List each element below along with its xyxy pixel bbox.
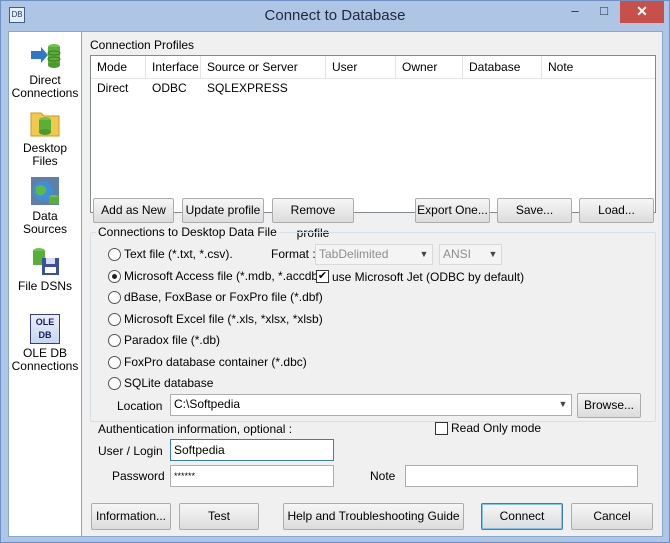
- note-label: Note: [370, 469, 396, 483]
- auth-info-label: Authentication information, optional :: [98, 422, 293, 436]
- column-header[interactable]: Interface: [146, 56, 201, 79]
- chevron-down-icon: ▼: [488, 249, 498, 259]
- profiles-table-header: Mode Interface Source or Server User Own…: [91, 56, 655, 79]
- location-input[interactable]: C:\Softpedia ▼: [170, 394, 572, 416]
- table-cell: [326, 79, 396, 100]
- sidebar-label: Files: [32, 154, 58, 168]
- format-select[interactable]: TabDelimited ▼: [315, 244, 433, 265]
- connect-button[interactable]: Connect: [481, 503, 563, 530]
- profiles-table[interactable]: Mode Interface Source or Server User Own…: [90, 55, 656, 213]
- note-input[interactable]: [405, 465, 638, 487]
- user-login-input[interactable]: Softpedia: [170, 439, 334, 461]
- information-button[interactable]: Information...: [91, 503, 171, 530]
- format-label: Format :: [271, 247, 316, 261]
- file-type-radio[interactable]: [108, 377, 121, 390]
- location-value: C:\Softpedia: [174, 397, 241, 411]
- sidebar-item-data-sources[interactable]: Data Sources: [9, 175, 81, 236]
- title-bar[interactable]: DB Connect to Database – □ ✕: [1, 1, 669, 31]
- password-label: Password: [112, 469, 165, 483]
- file-type-radio[interactable]: [108, 248, 121, 261]
- file-type-option-label[interactable]: FoxPro database container (*.dbc): [124, 355, 307, 369]
- connect-dialog-window: DB Connect to Database – □ ✕ Direct Conn…: [0, 0, 670, 543]
- file-type-radio[interactable]: [108, 291, 121, 304]
- maximize-button[interactable]: □: [590, 1, 618, 23]
- table-cell: Direct: [97, 81, 129, 95]
- disk-database-icon: [33, 248, 59, 275]
- file-type-radio[interactable]: [108, 313, 121, 326]
- table-cell: [463, 79, 542, 100]
- column-header[interactable]: Owner: [396, 56, 463, 79]
- use-jet-label[interactable]: use Microsoft Jet (ODBC by default): [332, 270, 524, 284]
- file-type-option-label[interactable]: SQLite database: [124, 376, 213, 390]
- file-type-option-label[interactable]: dBase, FoxBase or FoxPro file (*.dbf): [124, 290, 323, 304]
- read-only-label[interactable]: Read Only mode: [451, 421, 541, 435]
- file-type-option-label[interactable]: Paradox file (*.db): [124, 333, 220, 347]
- load-button[interactable]: Load...: [579, 198, 654, 223]
- sidebar-item-ole-db[interactable]: OLE DB OLE DB Connections: [9, 314, 81, 373]
- export-one-button[interactable]: Export One...: [415, 198, 490, 223]
- direct-connection-icon: [31, 44, 61, 68]
- cancel-button[interactable]: Cancel: [571, 503, 653, 530]
- globe-database-icon: [31, 177, 59, 205]
- ole-db-icon-text: OLE DB: [35, 317, 55, 340]
- add-as-new-button[interactable]: Add as New: [93, 198, 174, 223]
- read-only-checkbox[interactable]: [435, 422, 448, 435]
- ole-db-icon: OLE DB: [30, 314, 60, 344]
- checkmark-icon: ✔: [317, 270, 328, 282]
- profiles-group-label: Connection Profiles: [90, 38, 195, 52]
- sidebar-label: Connections: [11, 86, 79, 100]
- charset-select-value: ANSI: [443, 247, 472, 261]
- table-cell: [396, 79, 463, 100]
- table-row[interactable]: Direct ODBC SQLEXPRESS: [91, 79, 655, 100]
- desktop-file-group-label: Connections to Desktop Data File: [96, 225, 279, 239]
- table-cell: [542, 79, 655, 100]
- minimize-button[interactable]: –: [561, 1, 589, 23]
- remove-profile-button[interactable]: Remove profile: [272, 198, 354, 240]
- update-profile-button[interactable]: Update profile: [182, 198, 264, 223]
- file-type-option-label[interactable]: Text file (*.txt, *.csv).: [124, 247, 233, 261]
- connection-type-sidebar: Direct Connections Desktop Files Data So…: [9, 32, 82, 536]
- sidebar-item-file-dsns[interactable]: File DSNs: [9, 245, 81, 293]
- browse-button[interactable]: Browse...: [577, 393, 641, 418]
- table-cell: ODBC: [152, 81, 187, 95]
- sidebar-label: Sources: [22, 222, 68, 236]
- column-header[interactable]: User: [326, 56, 396, 79]
- column-header[interactable]: Database: [463, 56, 542, 79]
- close-button[interactable]: ✕: [620, 1, 664, 23]
- folder-database-icon: [30, 112, 60, 137]
- sidebar-item-direct-connections[interactable]: Direct Connections: [9, 39, 81, 100]
- dialog-client-area: Direct Connections Desktop Files Data So…: [8, 31, 663, 537]
- chevron-down-icon: ▼: [419, 249, 429, 259]
- help-troubleshooting-button[interactable]: Help and Troubleshooting Guide: [283, 503, 464, 530]
- save-button[interactable]: Save...: [497, 198, 572, 223]
- file-type-option-label[interactable]: Microsoft Excel file (*.xls, *xlsx, *xls…: [124, 312, 323, 326]
- location-label: Location: [117, 399, 163, 413]
- file-type-option-label[interactable]: Microsoft Access file (*.mdb, *.accdb): [124, 269, 322, 283]
- use-jet-checkbox[interactable]: ✔: [316, 270, 329, 283]
- table-cell: SQLEXPRESS: [207, 81, 288, 95]
- sidebar-label: Connections: [11, 359, 79, 373]
- column-header[interactable]: Note: [542, 56, 655, 79]
- column-header[interactable]: Mode: [91, 56, 146, 79]
- test-button[interactable]: Test: [179, 503, 259, 530]
- file-type-radio[interactable]: [108, 270, 121, 283]
- password-input[interactable]: ******: [170, 465, 334, 487]
- file-type-radio[interactable]: [108, 356, 121, 369]
- column-header[interactable]: Source or Server: [201, 56, 326, 79]
- chevron-down-icon[interactable]: ▼: [555, 395, 571, 414]
- sidebar-label: File DSNs: [17, 279, 72, 293]
- sidebar-item-desktop-files[interactable]: Desktop Files: [9, 107, 81, 168]
- charset-select[interactable]: ANSI ▼: [439, 244, 502, 265]
- file-type-radio[interactable]: [108, 334, 121, 347]
- format-select-value: TabDelimited: [319, 247, 389, 261]
- user-login-label: User / Login: [98, 444, 163, 458]
